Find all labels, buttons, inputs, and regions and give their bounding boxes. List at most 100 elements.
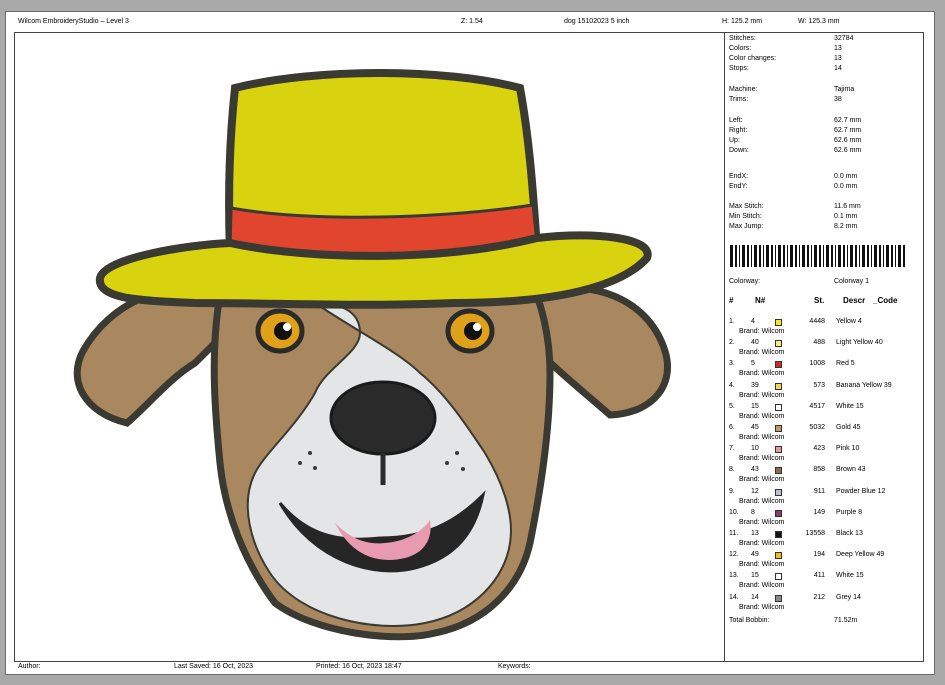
total-bobbin-label: Total Bobbin: <box>729 617 770 624</box>
barcode-bar <box>874 245 877 267</box>
color-brand: Brand: Wilcom <box>739 497 785 505</box>
worksheet-frame: Stitches: 32784 Colors: 13 Color changes: 13 S… <box>14 32 924 662</box>
stat-row: Stops: 14 <box>729 65 919 75</box>
color-stitches: 4517 <box>809 402 825 410</box>
stat-label: Color changes: <box>729 55 777 62</box>
barcode-bar <box>859 245 860 267</box>
barcode-bar <box>759 245 761 267</box>
color-brand: Brand: Wilcom <box>739 391 785 399</box>
color-number: 12 <box>751 487 759 495</box>
barcode-bar <box>766 245 769 267</box>
color-brand: Brand: Wilcom <box>739 434 785 441</box>
left-ear <box>73 284 229 427</box>
stat-row: Down: 62.6 mm <box>729 147 919 157</box>
color-swatch <box>775 488 782 496</box>
barcode-bar <box>847 245 848 267</box>
color-stitches: 212 <box>813 593 825 601</box>
barcode-bar <box>814 245 817 267</box>
color-brand: Brand: Wilcom <box>739 455 785 463</box>
stat-label: Min Stitch: <box>729 213 762 220</box>
color-stitches: 411 <box>813 572 825 580</box>
file-name: dog 15102023 5 inch <box>564 18 630 25</box>
color-stitches: 13558 <box>805 530 825 537</box>
color-number: 13 <box>751 530 759 537</box>
barcode-bar <box>735 245 737 267</box>
color-number: 43 <box>751 466 759 474</box>
stat-value: 32784 <box>834 35 854 42</box>
colorway-row: Colorway: Colorway 1 <box>729 278 919 288</box>
barcode-bar <box>751 245 752 267</box>
barcode-bar <box>771 245 773 267</box>
stat-label: Stitches: <box>729 35 756 42</box>
header-bar: Wilcom EmbroideryStudio – Level 3 Z: 1.5… <box>6 12 934 32</box>
barcode-bar <box>754 245 757 267</box>
color-index: 4. <box>729 381 735 389</box>
stat-row: Machine: Tajima <box>729 86 919 96</box>
barcode-bar <box>895 245 896 267</box>
color-index: 6. <box>729 424 735 431</box>
barcode-bar <box>742 245 745 267</box>
nose <box>329 380 437 456</box>
stat-row: Max Stitch: 11.6 mm <box>729 203 919 213</box>
barcode-bar <box>850 245 853 267</box>
color-descr: Deep Yellow 49 <box>836 551 885 559</box>
stat-value: 62.6 mm <box>834 137 862 144</box>
barcode-bar <box>807 245 809 267</box>
design-info-panel: Stitches: 32784 Colors: 13 Color changes: 13 S… <box>726 33 923 661</box>
color-descr: Gold 45 <box>836 424 861 431</box>
color-number: 8 <box>751 508 755 516</box>
stat-row: Color changes: 13 <box>729 55 919 65</box>
color-stitches: 1008 <box>809 360 825 368</box>
stat-row: EndX: 0.0 mm <box>729 173 919 183</box>
color-descr: Brown 43 <box>836 466 866 474</box>
barcode-bar <box>819 245 821 267</box>
barcode-bar <box>775 245 776 267</box>
color-index: 9. <box>729 487 735 495</box>
stat-label: Max Stitch: <box>729 203 764 210</box>
color-swatch <box>775 531 782 538</box>
color-swatch <box>775 403 782 411</box>
stat-value: 11.6 mm <box>834 203 861 210</box>
design-width: W: 125.3 mm <box>798 18 840 25</box>
design-height: H: 125.2 mm <box>722 18 763 25</box>
total-bobbin-value: 71.52m <box>834 617 858 624</box>
stat-row: Colors: 13 <box>729 45 919 55</box>
stat-label: EndX: <box>729 173 749 180</box>
color-swatch <box>775 552 782 560</box>
color-descr: Light Yellow 40 <box>836 339 883 347</box>
color-row: 1. 4 4448 Yellow 4 Brand: Wilcom <box>729 318 919 339</box>
col-descr: Descr <box>843 296 866 305</box>
color-number: 14 <box>751 593 759 601</box>
stat-label: Up: <box>729 137 740 144</box>
right-ear <box>531 284 672 419</box>
color-number: 15 <box>751 572 759 580</box>
barcode-bar <box>835 245 836 267</box>
color-stitches: 488 <box>813 339 825 347</box>
color-descr: Yellow 4 <box>836 318 862 325</box>
zoom-readout: Z: 1.54 <box>461 18 483 25</box>
color-index: 7. <box>729 445 735 453</box>
color-index: 5. <box>729 402 735 410</box>
color-descr: Grey 14 <box>836 593 861 601</box>
keywords: Keywords: <box>498 663 531 670</box>
color-descr: Powder Blue 12 <box>836 487 886 495</box>
color-number: 49 <box>751 551 759 559</box>
color-brand: Brand: Wilcom <box>739 476 785 484</box>
barcode <box>730 245 905 267</box>
color-swatch <box>775 361 782 369</box>
barcode-bar <box>871 245 872 267</box>
color-descr: Banana Yellow 39 <box>836 381 892 389</box>
color-row: 4. 39 573 Banana Yellow 39 Brand: Wilcom <box>729 382 919 403</box>
dog-embroidery-image <box>73 69 672 641</box>
color-row: 13. 15 411 White 15 Brand: Wilcom <box>729 572 919 593</box>
stat-value: Tajima <box>834 86 855 93</box>
stat-value: 62.7 mm <box>834 127 862 134</box>
color-brand: Brand: Wilcom <box>739 540 785 547</box>
stat-row: Trims: 38 <box>729 96 919 106</box>
color-stitches: 911 <box>813 487 825 495</box>
color-number: 15 <box>751 402 759 410</box>
colorway-value: Colorway 1 <box>834 278 870 285</box>
barcode-bar <box>879 245 881 267</box>
barcode-bar <box>811 245 812 267</box>
color-descr: Red 5 <box>836 360 855 368</box>
